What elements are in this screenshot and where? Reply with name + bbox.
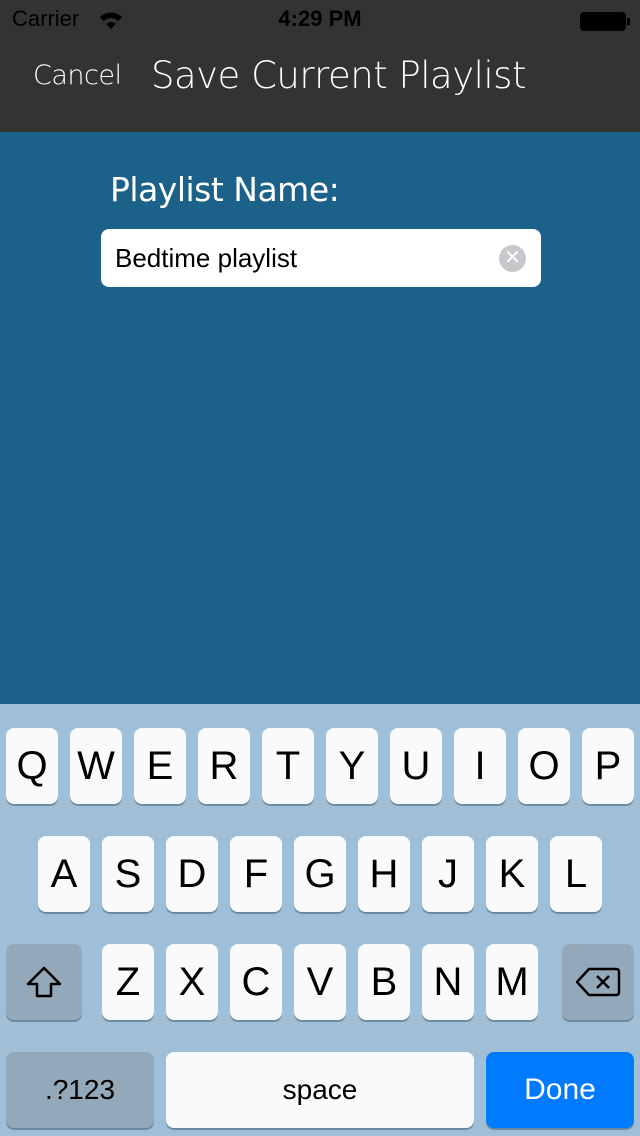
done-key[interactable]: Done [486,1052,634,1128]
navigation-bar: Carrier 4:29 PM Cancel Save Current Play… [0,0,640,132]
key-n[interactable]: N [422,944,474,1020]
key-a[interactable]: A [38,836,90,912]
page-title: Save Current Playlist [151,54,526,97]
key-m[interactable]: M [486,944,538,1020]
key-x[interactable]: X [166,944,218,1020]
shift-icon [26,966,62,998]
key-p[interactable]: P [582,728,634,804]
battery-full-icon [580,12,630,31]
clear-circle-icon[interactable]: ✕ [499,245,526,272]
shift-key[interactable] [6,944,82,1020]
key-y[interactable]: Y [326,728,378,804]
key-i[interactable]: I [454,728,506,804]
key-w[interactable]: W [70,728,122,804]
playlist-name-field[interactable]: ✕ [101,229,541,287]
time-label: 4:29 PM [278,6,362,31]
key-t[interactable]: T [262,728,314,804]
key-v[interactable]: V [294,944,346,1020]
key-d[interactable]: D [166,836,218,912]
key-g[interactable]: G [294,836,346,912]
key-r[interactable]: R [198,728,250,804]
key-q[interactable]: Q [6,728,58,804]
key-b[interactable]: B [358,944,410,1020]
keyboard: .?123 space Done QWERTYUIOP ASDFGHJKL ZXCV… [0,704,640,1136]
key-f[interactable]: F [230,836,282,912]
key-z[interactable]: Z [102,944,154,1020]
playlist-name-input[interactable] [115,229,495,287]
key-k[interactable]: K [486,836,538,912]
key-e[interactable]: E [134,728,186,804]
numbers-key[interactable]: .?123 [6,1052,154,1128]
key-o[interactable]: O [518,728,570,804]
playlist-name-label: Playlist Name: [110,170,340,209]
space-key[interactable]: space [166,1052,474,1128]
key-h[interactable]: H [358,836,410,912]
key-s[interactable]: S [102,836,154,912]
cancel-button[interactable]: Cancel [33,60,122,91]
key-j[interactable]: J [422,836,474,912]
delete-icon [575,967,621,997]
key-u[interactable]: U [390,728,442,804]
key-l[interactable]: L [550,836,602,912]
delete-key[interactable] [562,944,634,1020]
key-c[interactable]: C [230,944,282,1020]
